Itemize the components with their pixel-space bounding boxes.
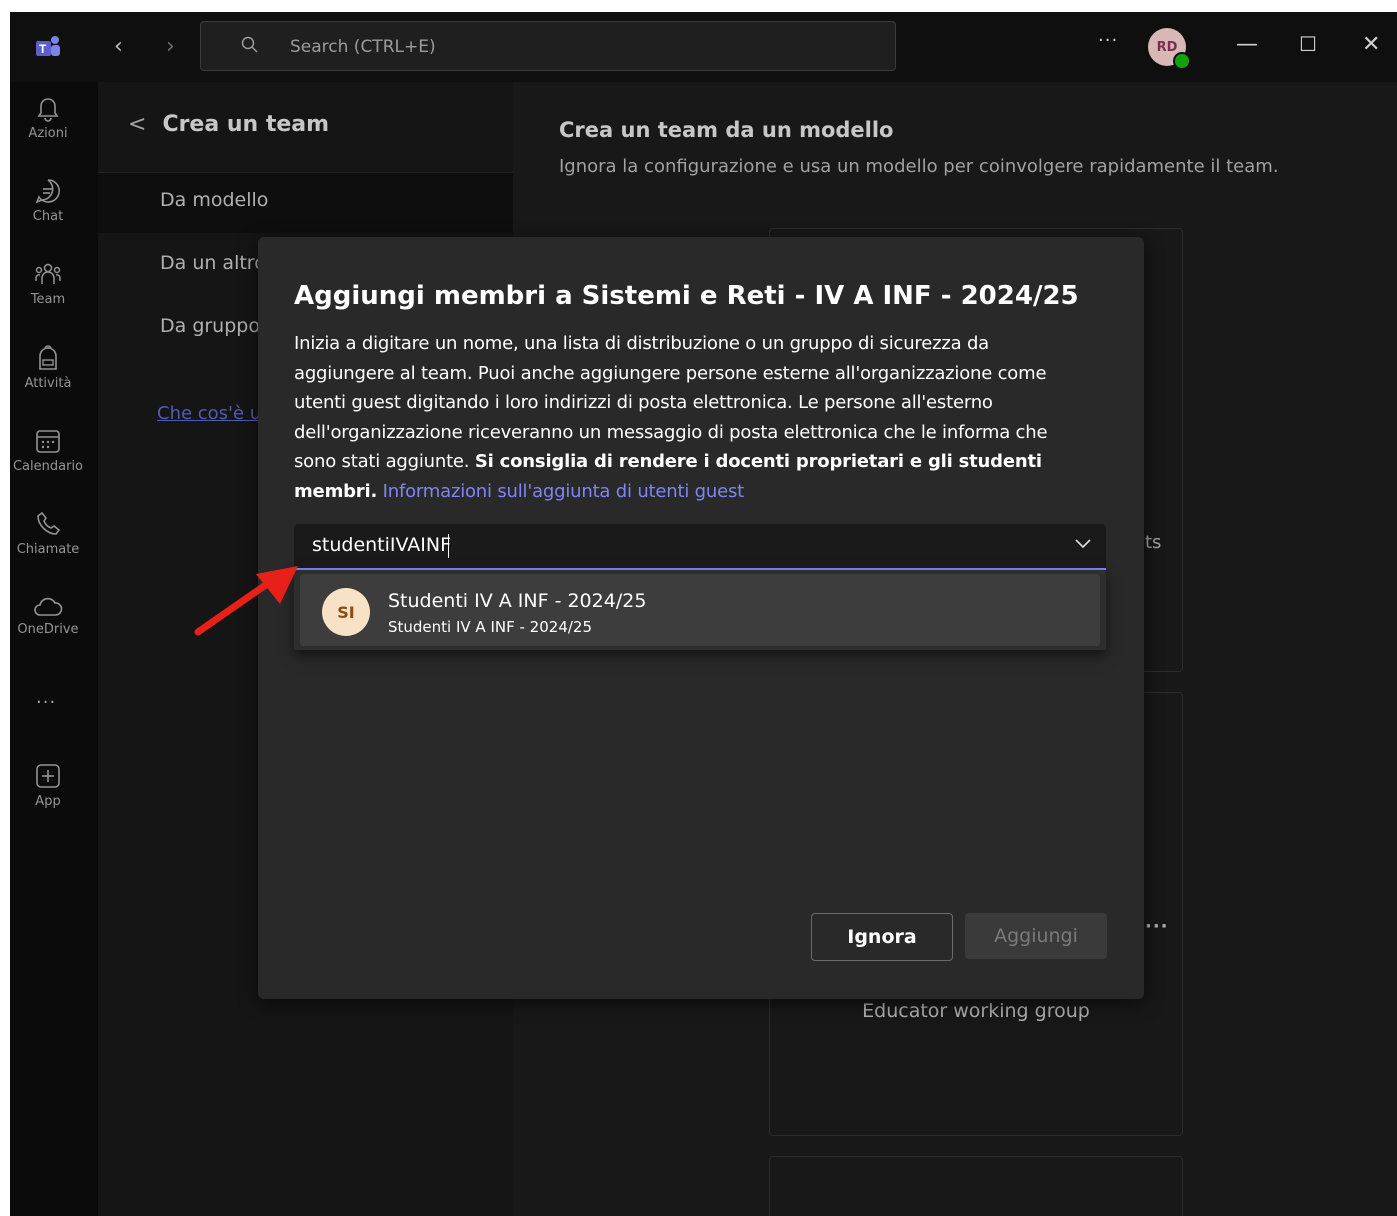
suggestion-item[interactable]: SI Studenti IV A INF - 2024/25 Studenti … bbox=[300, 574, 1100, 646]
back-arrow-icon[interactable]: ‹ bbox=[114, 34, 123, 59]
svg-text:T: T bbox=[39, 42, 47, 56]
teams-logo-icon: T bbox=[36, 36, 60, 56]
ignore-button[interactable]: Ignora bbox=[811, 913, 953, 961]
search-icon bbox=[241, 36, 258, 53]
text-cursor bbox=[448, 534, 449, 558]
suggestion-dropdown: SI Studenti IV A INF - 2024/25 Studenti … bbox=[294, 570, 1106, 650]
dialog-title: Aggiungi membri a Sistemi e Reti - IV A … bbox=[294, 281, 1079, 311]
close-button[interactable]: ✕ bbox=[1362, 32, 1380, 57]
add-members-dialog: Aggiungi membri a Sistemi e Reti - IV A … bbox=[258, 237, 1144, 999]
search-input[interactable]: Search (CTRL+E) bbox=[200, 21, 896, 71]
more-options-icon[interactable]: ··· bbox=[1098, 30, 1118, 51]
picker-value: studentiIVAINF bbox=[312, 534, 452, 556]
suggestion-detail: Studenti IV A INF - 2024/25 bbox=[388, 618, 593, 636]
dialog-description: Inizia a digitare un nome, una lista di … bbox=[294, 329, 1086, 507]
guest-info-link[interactable]: Informazioni sull'aggiunta di utenti gue… bbox=[383, 481, 745, 502]
suggestion-name: Studenti IV A INF - 2024/25 bbox=[388, 590, 647, 612]
search-placeholder: Search (CTRL+E) bbox=[290, 37, 436, 57]
chevron-down-icon[interactable] bbox=[1074, 538, 1092, 550]
maximize-button[interactable]: ☐ bbox=[1299, 32, 1317, 56]
member-picker-input[interactable]: studentiIVAINF bbox=[294, 524, 1106, 570]
presence-available-icon bbox=[1173, 52, 1191, 70]
title-bar: T ‹ › Search (CTRL+E) ··· RD — ☐ ✕ bbox=[10, 12, 1397, 82]
red-annotation-arrow-icon bbox=[194, 566, 298, 636]
minimize-button[interactable]: — bbox=[1236, 32, 1258, 57]
add-button[interactable]: Aggiungi bbox=[965, 913, 1107, 959]
forward-arrow-icon[interactable]: › bbox=[166, 34, 175, 59]
group-avatar: SI bbox=[322, 588, 370, 636]
